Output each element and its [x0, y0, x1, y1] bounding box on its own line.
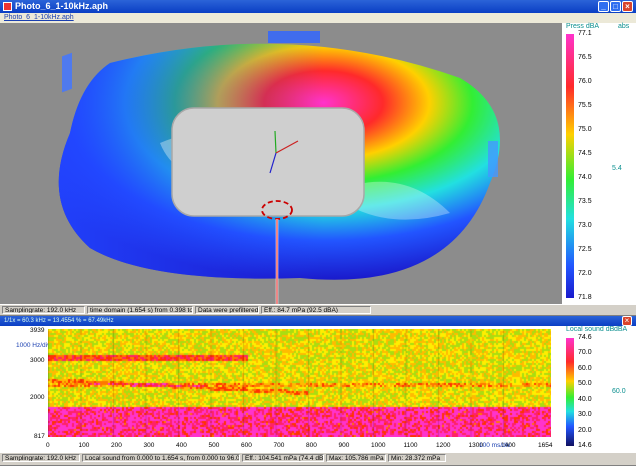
- spectrogram-image: [48, 329, 551, 437]
- pressure-scale-tick-label: 73.5: [578, 198, 592, 205]
- spec-x-tick-label: 900: [338, 442, 350, 449]
- spec-x-tick-label: 500: [208, 442, 220, 449]
- status-eff: Eff.: 84.7 mPa (92.5 dBA): [261, 306, 371, 314]
- tab-photo[interactable]: Photo_6_1-10kHz.aph: [4, 14, 74, 21]
- spec-x-tick-label: 200: [111, 442, 122, 449]
- scale-color-bar: [566, 34, 574, 298]
- scale-title: Press dBA: [566, 23, 600, 30]
- spectrogram-close-button[interactable]: ×: [622, 316, 632, 326]
- minimize-button[interactable]: _: [598, 1, 609, 12]
- pressure-scale-tick-label: 76.0: [578, 78, 592, 85]
- spec-y-top: 3939: [30, 327, 45, 334]
- status2-min: Min: 28.372 mPa: [388, 454, 446, 462]
- app-icon: [3, 2, 12, 11]
- status-prefiltered: Data were prefiltered: [195, 306, 259, 314]
- status2-eff: Eff.: 104.541 mPa (74.4 dB): [242, 454, 324, 462]
- maximize-button[interactable]: □: [610, 1, 621, 12]
- tab-strip: Photo_6_1-10kHz.aph: [0, 13, 636, 23]
- spec-x-tick-label: 300: [143, 442, 155, 449]
- spec-x-unit: 100 ms/div: [479, 442, 511, 449]
- scale2-side-value: 60.0: [612, 388, 626, 395]
- spec-y-unit: 1000 Hz/div: [16, 342, 51, 349]
- pressure-scale-tick-label: 71.8: [578, 294, 592, 301]
- pressure-scale-tick-label: 77.1: [578, 30, 592, 37]
- spec-x-tick-label: 400: [176, 442, 187, 449]
- local-sound-color-scale: Local sound dB dBA 74.6 70.0 60.0 50.0 40.0 3…: [562, 326, 636, 452]
- spectrogram-title: 1/1x = 60.3 kHz = 13.4554 % = 67.49kHz: [4, 318, 114, 324]
- spec-x-tick-label: 100: [78, 442, 90, 449]
- window-title: Photo_6_1-10kHz.aph: [15, 1, 109, 11]
- status2-max: Max: 105.786 mPa: [326, 454, 386, 462]
- status-time-domain: time domain (1.654 s) from 0.398 to 2.05…: [87, 306, 193, 314]
- spec-y-bottom: 817: [34, 433, 45, 440]
- spec-x-tick-label: 1000: [371, 442, 386, 449]
- spec-x-end: 1654: [538, 442, 553, 449]
- pressure-scale-tick-label: 74.0: [578, 174, 592, 181]
- pressure-scale-tick-label: 74.5: [578, 150, 592, 157]
- spec-x-tick-label: 1200: [436, 442, 451, 449]
- local-sound-scale-tick-label: 40.0: [578, 395, 592, 403]
- local-sound-scale-tick-label: 74.6: [578, 334, 592, 341]
- local-sound-scale-tick-label: 30.0: [578, 411, 592, 419]
- pressure-color-scale: Press dBA abs 77.1 76.5 76.0 75.5 75.0 74.5 74…: [562, 23, 636, 304]
- scale-extra: abs: [618, 23, 630, 30]
- local-sound-scale-tick-label: 20.0: [578, 426, 592, 434]
- local-sound-scale-tick-label: 60.0: [578, 364, 592, 372]
- pressure-scale-tick-label: 75.5: [578, 102, 592, 109]
- scale2-color-bar: [566, 338, 574, 446]
- acoustic-map-graphic: [58, 31, 500, 304]
- local-sound-scale-tick-label: 14.6: [578, 442, 592, 449]
- status-samplingrate: Samplingrate: 192.0 kHz: [2, 306, 85, 314]
- pressure-scale-tick-label: 72.5: [578, 246, 592, 253]
- local-sound-scale-tick-label: 50.0: [578, 380, 592, 388]
- bottom-status-bar: Samplingrate: 192.0 kHz Local sound from…: [0, 452, 636, 466]
- spec-x-tick-label: 1100: [403, 442, 418, 449]
- scale-side-value: 5.4: [612, 165, 622, 172]
- top-status-bar: Samplingrate: 192.0 kHz time domain (1.6…: [0, 304, 636, 316]
- spectrogram-panel[interactable]: 3939 1000 Hz/div 3000 2000 817 0 100 200 30…: [0, 326, 562, 452]
- pressure-scale-tick-label: 73.0: [578, 222, 592, 229]
- status2-samplingrate: Samplingrate: 192.0 kHz: [2, 454, 80, 462]
- car-roof-surface: [171, 107, 365, 217]
- spec-x-tick-label: 700: [273, 442, 285, 449]
- pressure-scale-tick-label: 75.0: [578, 126, 592, 133]
- pressure-scale-tick-label: 72.0: [578, 270, 592, 277]
- pressure-scale-tick-label: 76.5: [578, 54, 592, 61]
- acoustic-3d-view[interactable]: [0, 23, 562, 304]
- scale2-extra: dBA: [614, 326, 628, 333]
- spectrogram-titlebar: 1/1x = 60.3 kHz = 13.4554 % = 67.49kHz ×: [0, 316, 636, 326]
- spec-x-tick-label: 600: [241, 442, 252, 449]
- window-titlebar: Photo_6_1-10kHz.aph _ □ ×: [0, 0, 636, 13]
- spec-y-label-2000: 2000: [30, 394, 45, 401]
- spec-x-tick-label: 0: [46, 442, 50, 449]
- status2-local-sound: Local sound from 0.000 to 1.654 s, from …: [82, 454, 240, 462]
- spec-y-label-3000: 3000: [30, 357, 45, 364]
- close-button[interactable]: ×: [622, 1, 633, 12]
- spec-x-tick-label: 800: [306, 442, 317, 449]
- scale2-title: Local sound dB: [566, 326, 615, 333]
- local-sound-scale-tick-label: 70.0: [578, 349, 592, 357]
